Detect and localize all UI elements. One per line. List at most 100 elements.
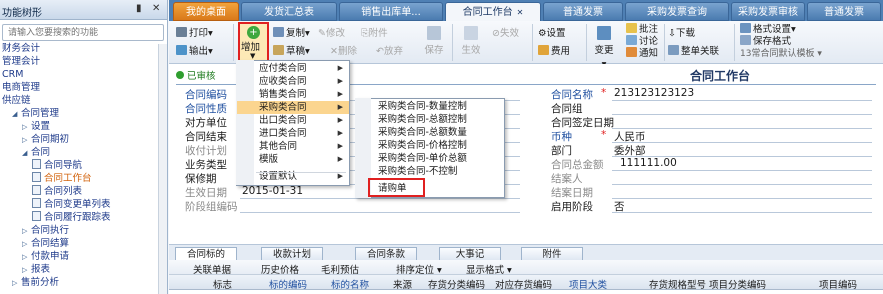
tree-item[interactable]: 供应链 (0, 94, 158, 107)
field-input[interactable] (240, 198, 520, 199)
tab-contract-subject[interactable]: 合同标的 (175, 247, 237, 261)
submenu-item[interactable]: 采购类合同-不控制 (356, 165, 504, 178)
tree-item[interactable]: 合同导航 (0, 159, 158, 172)
field-value[interactable]: 213123123123 (614, 87, 694, 99)
tree-item[interactable]: ▷ 售前分析 (0, 276, 158, 289)
field-underline (612, 170, 872, 171)
menu-item[interactable]: 应收类合同 ▶ (237, 75, 349, 88)
download-button[interactable]: ⇩下载 (668, 27, 695, 41)
chevron-down-icon[interactable]: ◢ (12, 108, 21, 121)
chevron-down-icon[interactable]: ◢ (22, 147, 31, 160)
tab-receipt-plan[interactable]: 收款计划 (261, 247, 323, 261)
tab-my-desktop[interactable]: 我的桌面 (173, 2, 239, 21)
tree-item[interactable]: ▷ 付款申请 (0, 250, 158, 263)
pin-icon[interactable]: ▮ (136, 3, 142, 14)
effective-button[interactable]: 生效 (457, 24, 485, 60)
tab-purchase-invoice-query[interactable]: 采购发票查询 (625, 2, 729, 21)
tab-attachments[interactable]: 附件 (521, 247, 583, 261)
column-header[interactable]: 对应存货编码 (495, 277, 552, 291)
submenu-item[interactable]: 采购类合同-单价总额 (356, 152, 504, 165)
profit-estimate-button[interactable]: 毛利预估 (321, 262, 359, 276)
sort-locate-button[interactable]: 排序定位 ▾ (396, 262, 442, 276)
menu-item[interactable]: 其他合同 ▶ (237, 140, 349, 153)
tab-label: 我的桌面 (186, 7, 226, 18)
change-button[interactable]: 变更▾ (590, 24, 618, 70)
tree-item[interactable]: CRM (0, 68, 158, 81)
save-button[interactable]: 保存 (420, 24, 448, 60)
tab-shipment-summary[interactable]: 发货汇总表 (241, 2, 337, 21)
submenu-item[interactable]: 采购类合同-总额数量 (356, 126, 504, 139)
price-history-button[interactable]: 历史价格 (261, 262, 299, 276)
chevron-right-icon[interactable]: ▷ (12, 277, 21, 290)
menu-item[interactable]: 出口类合同 ▶ (237, 114, 349, 127)
column-header[interactable]: 来源 (393, 277, 412, 291)
draft-button[interactable]: 草稿▾ (273, 45, 310, 59)
tab-milestones[interactable]: 大事记 (439, 247, 501, 261)
tab-contract-workbench[interactable]: 合同工作台 ✕ (445, 2, 541, 22)
tree-item-label: 管理会计 (2, 56, 41, 67)
attachment-button[interactable]: ⎘附件 (361, 27, 388, 41)
menu-item[interactable]: 销售类合同 ▶ (237, 88, 349, 101)
tree-item[interactable]: 合同工作台 (0, 172, 158, 185)
column-header[interactable]: 项目大类 (569, 277, 607, 291)
expense-button[interactable]: 费用 (538, 45, 570, 59)
field-input[interactable] (240, 212, 520, 213)
export-button[interactable]: 输出▾ (176, 45, 213, 59)
column-header[interactable]: 存货规格型号 (649, 277, 706, 291)
doc-link-button[interactable]: 整单关联 (668, 45, 719, 59)
display-format-button[interactable]: 显示格式 ▾ (466, 262, 512, 276)
tree-item[interactable]: ◢ 合同管理 (0, 107, 158, 120)
add-button[interactable]: + 增加 ▼ (238, 22, 269, 64)
tab-purchase-invoice-audit[interactable]: 采购发票审核 (731, 2, 805, 21)
tree-item[interactable]: 管理会计 (0, 55, 158, 68)
tree-item[interactable]: 财务会计 (0, 42, 158, 55)
submenu-item[interactable]: 采购类合同-价格控制 (356, 139, 504, 152)
field-label: 结案人 (551, 173, 583, 185)
tree-item[interactable]: 合同列表 (0, 185, 158, 198)
modify-button[interactable]: ✎修改 (318, 27, 345, 41)
menu-item[interactable]: 进口类合同 ▶ (237, 127, 349, 140)
column-header[interactable]: 项目分类编码 (709, 277, 766, 291)
menu-item[interactable]: 应付类合同 ▶ (237, 62, 349, 75)
effective-date-value[interactable]: 2015-01-31 (242, 185, 303, 197)
field-label: 合同编码 (185, 89, 227, 101)
column-header[interactable]: 标的名称 (331, 277, 369, 291)
print-button[interactable]: 打印▾ (176, 27, 213, 41)
tree-item[interactable]: 合同履行跟踪表 (0, 211, 158, 224)
function-search-input[interactable] (2, 24, 164, 41)
linked-docs-button[interactable]: 关联单据 (193, 262, 231, 276)
submenu-item[interactable]: 采购类合同-总额控制 (356, 113, 504, 126)
menu-item[interactable]: 采购类合同 ▶ (237, 101, 349, 114)
submenu-item[interactable]: 采购类合同-数量控制 (356, 100, 504, 113)
close-icon[interactable]: ✕ (152, 3, 160, 14)
invalid-button[interactable]: ⊘失效 (492, 27, 519, 41)
tree-scrollbar[interactable] (158, 44, 167, 294)
notify-button[interactable]: 通知 (626, 47, 658, 61)
template-select[interactable]: 13常合同默认模板 ▾ (740, 47, 822, 61)
tab-sales-outbound[interactable]: 销售出库单... (339, 2, 443, 21)
tree-item[interactable]: ◢ 合同 (0, 146, 158, 159)
tree-item[interactable]: ▷ 合同结算 (0, 237, 158, 250)
document-icon (32, 159, 41, 169)
column-header[interactable]: 存货分类编码 (428, 277, 485, 291)
copy-button[interactable]: 复制▾ (273, 27, 310, 41)
tree-item[interactable]: ▷ 设置 (0, 120, 158, 133)
tree-item[interactable]: ▷ 合同执行 (0, 224, 158, 237)
field-value[interactable]: 111111.00 (620, 157, 677, 169)
tree-item[interactable]: ▷ 报表 (0, 263, 158, 276)
column-header[interactable]: 标的编码 (269, 277, 307, 291)
delete-button[interactable]: ✕删除 (330, 45, 357, 59)
settings-button[interactable]: ⚙设置 (538, 27, 566, 41)
tree-item[interactable]: ▷ 合同期初 (0, 133, 158, 146)
tab-close-icon[interactable]: ✕ (517, 8, 524, 17)
table-row[interactable] (169, 290, 883, 294)
discard-button[interactable]: ↶放弃 (376, 45, 403, 59)
tab-general-invoice[interactable]: 普通发票 (543, 2, 623, 21)
menu-item[interactable]: 模版 ▶ (237, 153, 349, 166)
column-header[interactable]: 标志 (213, 277, 232, 291)
tree-item[interactable]: 合同变更单列表 (0, 198, 158, 211)
tab-general-invoice-2[interactable]: 普通发票 (807, 2, 881, 21)
tree-item[interactable]: 电商管理 (0, 81, 158, 94)
tab-contract-terms[interactable]: 合同条款 (355, 247, 417, 261)
column-header[interactable]: 项目编码 (819, 277, 857, 291)
